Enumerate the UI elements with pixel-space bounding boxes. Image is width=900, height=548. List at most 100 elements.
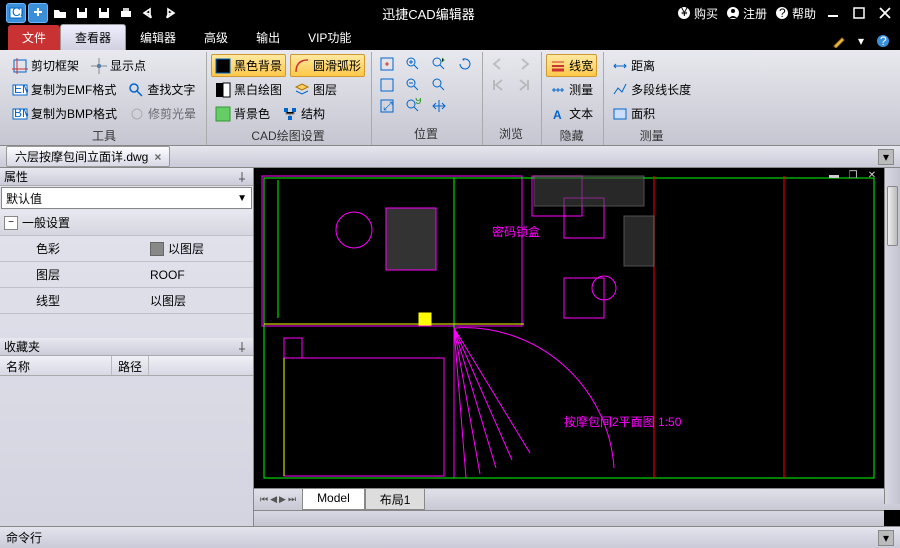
fav-col-path[interactable]: 路径 [112,356,149,375]
area-icon [612,106,628,122]
nav-last-button[interactable] [513,75,535,95]
pin-icon[interactable] [237,341,249,353]
nav-first-button[interactable] [487,75,509,95]
nav-back-button[interactable] [487,54,509,74]
layout-nav-next[interactable]: ▶ [279,494,286,505]
find-text-button[interactable]: 查找文字 [124,78,199,101]
area-button[interactable]: 面积 [608,102,659,125]
document-tab[interactable]: 六层按摩包间立面详.dwg × [6,146,170,167]
collapse-icon[interactable]: − [4,216,18,230]
buy-button[interactable]: ¥购买 [677,5,718,22]
close-button[interactable] [876,4,894,22]
copy-bmp-button[interactable]: BMP复制为BMP格式 [8,102,121,125]
tab-layout1[interactable]: 布局1 [365,489,426,510]
zoom-dropdown-2[interactable] [428,75,450,95]
bg-color-button[interactable]: 背景色 [211,102,274,125]
zoom-out-button[interactable] [402,75,424,95]
nav-fwd-button[interactable] [513,54,535,74]
app-menu-button[interactable]: CAD [6,3,26,23]
tab-vip[interactable]: VIP功能 [294,25,365,50]
document-tab-label: 六层按摩包间立面详.dwg [15,148,148,165]
crop-frame-button[interactable]: 剪切框架 [8,54,83,77]
bw-draw-button[interactable]: 黑白绘图 [211,78,286,101]
minimize-button[interactable] [824,4,842,22]
tab-output[interactable]: 输出 [242,25,294,50]
zoom-dropdown-1[interactable] [428,54,450,74]
category-label: 一般设置 [22,214,70,231]
cmdline-dropdown[interactable]: ▾ [878,530,894,546]
vertical-scrollbar[interactable] [884,168,900,504]
command-line[interactable]: 命令行 ▾ [0,526,900,548]
smooth-arc-button[interactable]: 圆滑弧形 [290,54,365,77]
svg-text:按摩包间2平面图 1:50: 按摩包间2平面图 1:50 [564,414,682,429]
undo-button[interactable] [138,3,158,23]
pan-button[interactable] [428,96,450,116]
text-hide-button[interactable]: A文本 [546,102,597,125]
print-button[interactable] [116,3,136,23]
distance-icon [612,58,628,74]
pos-btn-1[interactable] [376,54,398,74]
buy-label: 购买 [694,5,718,22]
register-button[interactable]: 注册 [726,5,767,22]
bgcolor-icon [215,106,231,122]
layout-nav-first[interactable]: ⏮ [260,494,268,505]
favorites-columns: 名称 路径 [0,356,253,376]
menu-help-icon[interactable]: ? [874,32,892,50]
ribbon-group-browse: 浏览 [483,52,542,145]
prop-row-color[interactable]: 色彩 以图层 [0,236,253,262]
svg-text:?: ? [779,6,786,20]
pen-icon[interactable] [830,32,848,50]
open-file-button[interactable] [50,3,70,23]
doctabs-dropdown[interactable]: ▾ [878,149,894,165]
pin-icon[interactable] [237,171,249,183]
canvas-close-icon[interactable]: ✕ [864,170,880,184]
trim-halo-button[interactable]: 修剪光晕 [125,102,200,125]
zoom-extents-button[interactable]: 95 [402,96,424,116]
structure-button[interactable]: 结构 [278,102,329,125]
tab-advanced[interactable]: 高级 [190,25,242,50]
help-button[interactable]: ?帮助 [775,5,816,22]
layout-nav-last[interactable]: ⏭ [288,494,296,505]
measure-hide-button[interactable]: 测量 [546,78,597,101]
properties-panel: 属性 默认值 ▼ − 一般设置 色彩 以图层 图层 ROOF 线型 以图层 [0,168,254,526]
linewidth-button[interactable]: 线宽 [546,54,597,77]
layout-nav-prev[interactable]: ◀ [270,494,277,505]
prop-row-linetype[interactable]: 线型 以图层 [0,288,253,314]
prop-row-layer[interactable]: 图层 ROOF [0,262,253,288]
pos-btn-3[interactable]: ⤢ [376,96,398,116]
scrollbar-thumb[interactable] [887,186,898,246]
copy-emf-button[interactable]: EMF复制为EMF格式 [8,78,120,101]
save-as-button[interactable] [94,3,114,23]
redo-button[interactable] [160,3,180,23]
layer-icon [294,82,310,98]
distance-button[interactable]: 距离 [608,54,659,77]
save-button[interactable] [72,3,92,23]
tab-model[interactable]: Model [302,489,365,510]
menu-dropdown-icon[interactable]: ▾ [852,32,870,50]
tab-editor[interactable]: 编辑器 [126,25,190,50]
horizontal-scrollbar[interactable] [254,510,884,526]
tab-viewer[interactable]: 查看器 [60,24,126,50]
canvas-restore-icon[interactable]: ❐ [845,170,861,184]
zoom-in-button[interactable] [402,54,424,74]
find-icon [128,82,144,98]
rotate-button[interactable] [454,54,476,74]
color-swatch [150,242,164,256]
maximize-button[interactable] [850,4,868,22]
pos-btn-2[interactable] [376,75,398,95]
new-file-button[interactable] [28,3,48,23]
tab-file[interactable]: 文件 [8,25,60,50]
polyline-length-button[interactable]: 多段线长度 [608,78,695,101]
ribbon-group-hide: 线宽 测量 A文本 隐藏 [542,52,604,145]
fav-col-name[interactable]: 名称 [0,356,112,375]
black-bg-button[interactable]: 黑色背景 [211,54,286,77]
default-value-combo[interactable]: 默认值 ▼ [1,187,252,209]
canvas-min-icon[interactable]: ▬ [826,170,842,184]
drawing-canvas[interactable]: 按摩包间2平面图 1:50 密码锁盒 [254,168,900,526]
prop-category-general[interactable]: − 一般设置 [0,210,253,236]
show-point-button[interactable]: 显示点 [87,54,150,77]
register-label: 注册 [743,5,767,22]
layer-button[interactable]: 图层 [290,78,341,101]
favorites-title: 收藏夹 [4,338,40,355]
close-document-icon[interactable]: × [154,150,161,164]
